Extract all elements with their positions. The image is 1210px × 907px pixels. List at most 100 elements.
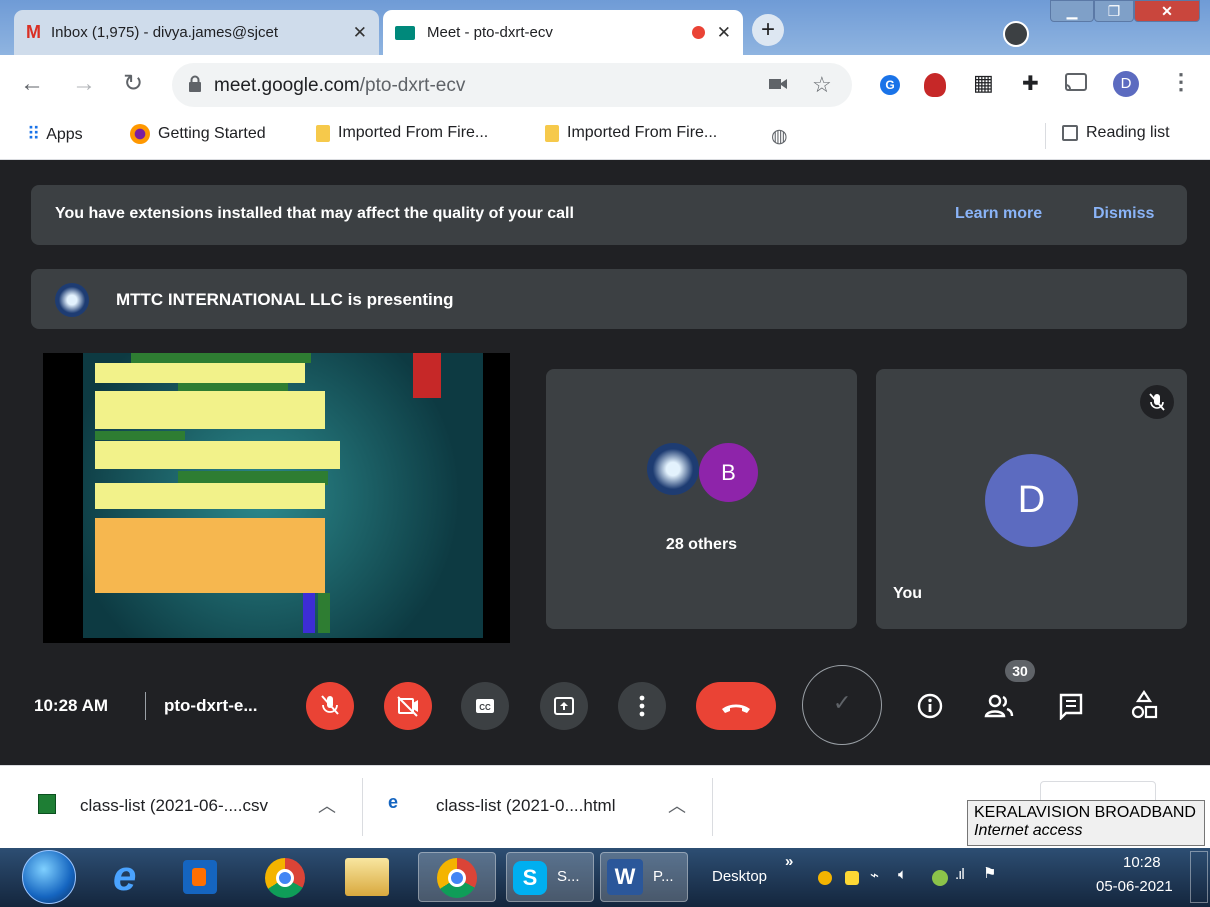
close-icon[interactable]: ✕ xyxy=(717,23,731,43)
chat-icon[interactable] xyxy=(1058,692,1084,720)
checkmark-extension-button[interactable]: ✓ xyxy=(802,665,882,745)
download-divider xyxy=(712,778,713,836)
toolbar-overflow-icon[interactable]: » xyxy=(785,853,793,870)
new-tab-button[interactable]: + xyxy=(752,14,784,46)
tray-flag-icon[interactable]: ⚑ xyxy=(983,864,996,882)
html-file-icon: e xyxy=(388,792,399,812)
presenting-text: MTTC INTERNATIONAL LLC is presenting xyxy=(116,290,454,309)
meet-icon xyxy=(395,25,415,40)
back-button[interactable]: ← xyxy=(20,70,44,98)
url-path: /pto-dxrt-ecv xyxy=(359,75,466,96)
chevron-up-icon[interactable]: ︿ xyxy=(668,792,686,818)
tray-power-icon[interactable]: ⌁ xyxy=(870,866,879,884)
more-options-button[interactable] xyxy=(618,682,666,730)
minimize-button[interactable]: ▁ xyxy=(1050,0,1094,22)
shared-slide xyxy=(83,353,483,638)
tray-green-icon[interactable] xyxy=(932,870,948,886)
presentation-tile[interactable] xyxy=(43,353,510,643)
extension-apple-icon[interactable] xyxy=(924,73,946,97)
download-item-html[interactable]: class-list (2021-0....html xyxy=(436,796,616,816)
tray-network-icon[interactable]: .ıl xyxy=(955,866,965,883)
network-tooltip: KERALAVISION BROADBAND Internet access xyxy=(967,800,1205,846)
slide-red-block xyxy=(413,353,441,398)
taskbar-word[interactable]: W P... xyxy=(600,852,688,902)
window-close-button[interactable]: ✕ xyxy=(1134,0,1200,22)
show-desktop-button[interactable] xyxy=(1190,851,1208,903)
tab-meet-title: Meet - pto-dxrt-ecv xyxy=(427,24,553,41)
folder-icon xyxy=(316,124,330,142)
internet-explorer-icon[interactable]: e xyxy=(113,854,136,898)
leave-call-button[interactable] xyxy=(696,682,776,730)
extension-warning-text: You have extensions installed that may a… xyxy=(55,205,574,222)
slide-block xyxy=(95,363,305,383)
tab-meet[interactable]: Meet - pto-dxrt-ecv ✕ xyxy=(383,10,743,55)
file-explorer-icon[interactable] xyxy=(345,858,389,896)
bookmark-imported-1[interactable]: Imported From Fire... xyxy=(316,124,488,142)
network-name: KERALAVISION BROADBAND xyxy=(974,804,1196,821)
desktop-toolbar-label[interactable]: Desktop xyxy=(712,868,767,885)
chevron-up-icon[interactable]: ︿ xyxy=(318,792,336,818)
extension-warning-banner: You have extensions installed that may a… xyxy=(31,185,1187,245)
participants-icon[interactable] xyxy=(983,692,1015,720)
maximize-button[interactable]: ❐ xyxy=(1094,0,1134,22)
captions-button[interactable]: CC xyxy=(461,682,509,730)
windows-taskbar: e S S... W P... Desktop » ⌁ 🔈︎ .ıl ⚑ 10:… xyxy=(0,848,1210,907)
taskbar-chrome-active[interactable] xyxy=(418,852,496,902)
dismiss-button[interactable]: Dismiss xyxy=(1093,205,1154,223)
slide-block xyxy=(95,483,325,509)
chrome-menu-icon[interactable]: ⋮ xyxy=(1170,69,1192,95)
tab-gmail[interactable]: M Inbox (1,975) - divya.james@sjcet ✕ xyxy=(14,10,379,55)
bookmark-imported-2[interactable]: Imported From Fire... xyxy=(545,124,717,142)
self-label: You xyxy=(893,585,923,602)
address-bar[interactable]: meet.google.com/pto-dxrt-ecv ☆ xyxy=(172,63,852,107)
profile-avatar[interactable]: D xyxy=(1113,71,1139,97)
camera-toggle-button[interactable] xyxy=(384,682,432,730)
participant-avatar-b: B xyxy=(699,443,758,502)
others-tile[interactable]: B 28 others xyxy=(546,369,857,629)
word-icon: W xyxy=(607,859,643,895)
taskbar-skype[interactable]: S S... xyxy=(506,852,594,902)
chrome-profile-icon[interactable] xyxy=(1003,21,1029,47)
cast-icon[interactable] xyxy=(1065,73,1087,91)
tab-gmail-title: Inbox (1,975) - divya.james@sjcet xyxy=(51,24,278,41)
camera-icon[interactable] xyxy=(768,76,788,92)
slide-blue-column xyxy=(303,593,315,633)
self-avatar: D xyxy=(985,454,1078,547)
bookmark-star-icon[interactable]: ☆ xyxy=(812,72,832,98)
reading-list-button[interactable]: Reading list xyxy=(1062,124,1170,142)
present-screen-button[interactable] xyxy=(540,682,588,730)
taskbar-skype-label: S... xyxy=(557,868,580,885)
extension-grid-icon[interactable]: ▦ xyxy=(973,70,994,96)
learn-more-link[interactable]: Learn more xyxy=(955,205,1042,223)
slide-heading-bar xyxy=(95,431,185,440)
extension-g-icon[interactable]: G xyxy=(880,75,900,95)
clock-time[interactable]: 10:28 xyxy=(1123,854,1161,871)
close-icon[interactable]: ✕ xyxy=(353,23,367,43)
lock-icon xyxy=(188,75,202,93)
forward-button[interactable]: → xyxy=(72,70,96,98)
participant-avatar-mttc xyxy=(647,443,699,495)
reload-button[interactable]: ↻ xyxy=(123,69,143,98)
check-icon: ✓ xyxy=(833,690,852,715)
tray-app-icon[interactable] xyxy=(845,871,859,885)
svg-text:CC: CC xyxy=(479,703,491,712)
meeting-info-icon[interactable] xyxy=(916,692,944,720)
start-button[interactable] xyxy=(22,850,76,904)
globe-icon[interactable]: ◍ xyxy=(771,125,788,148)
reading-list-icon xyxy=(1062,125,1078,141)
mic-toggle-button[interactable] xyxy=(306,682,354,730)
tray-chrome-icon[interactable] xyxy=(818,871,832,885)
clock-date[interactable]: 05-06-2021 xyxy=(1096,878,1173,895)
bookmark-getting-started[interactable]: Getting Started xyxy=(130,124,266,144)
extensions-puzzle-icon[interactable]: ✚ xyxy=(1022,71,1039,96)
presenting-banner: MTTC INTERNATIONAL LLC is presenting xyxy=(31,269,1187,329)
chrome-taskbar-icon[interactable] xyxy=(265,858,305,898)
tray-volume-icon[interactable]: 🔈︎ xyxy=(898,866,907,883)
media-player-icon[interactable] xyxy=(183,860,217,894)
window-controls: ▁ ❐ ✕ xyxy=(1050,0,1200,24)
bookmark-apps[interactable]: ⠿ Apps xyxy=(27,124,83,145)
activities-icon[interactable] xyxy=(1130,690,1158,720)
self-tile[interactable]: D You xyxy=(876,369,1187,629)
download-item-csv[interactable]: class-list (2021-06-....csv xyxy=(80,796,268,816)
gmail-icon: M xyxy=(26,22,41,42)
